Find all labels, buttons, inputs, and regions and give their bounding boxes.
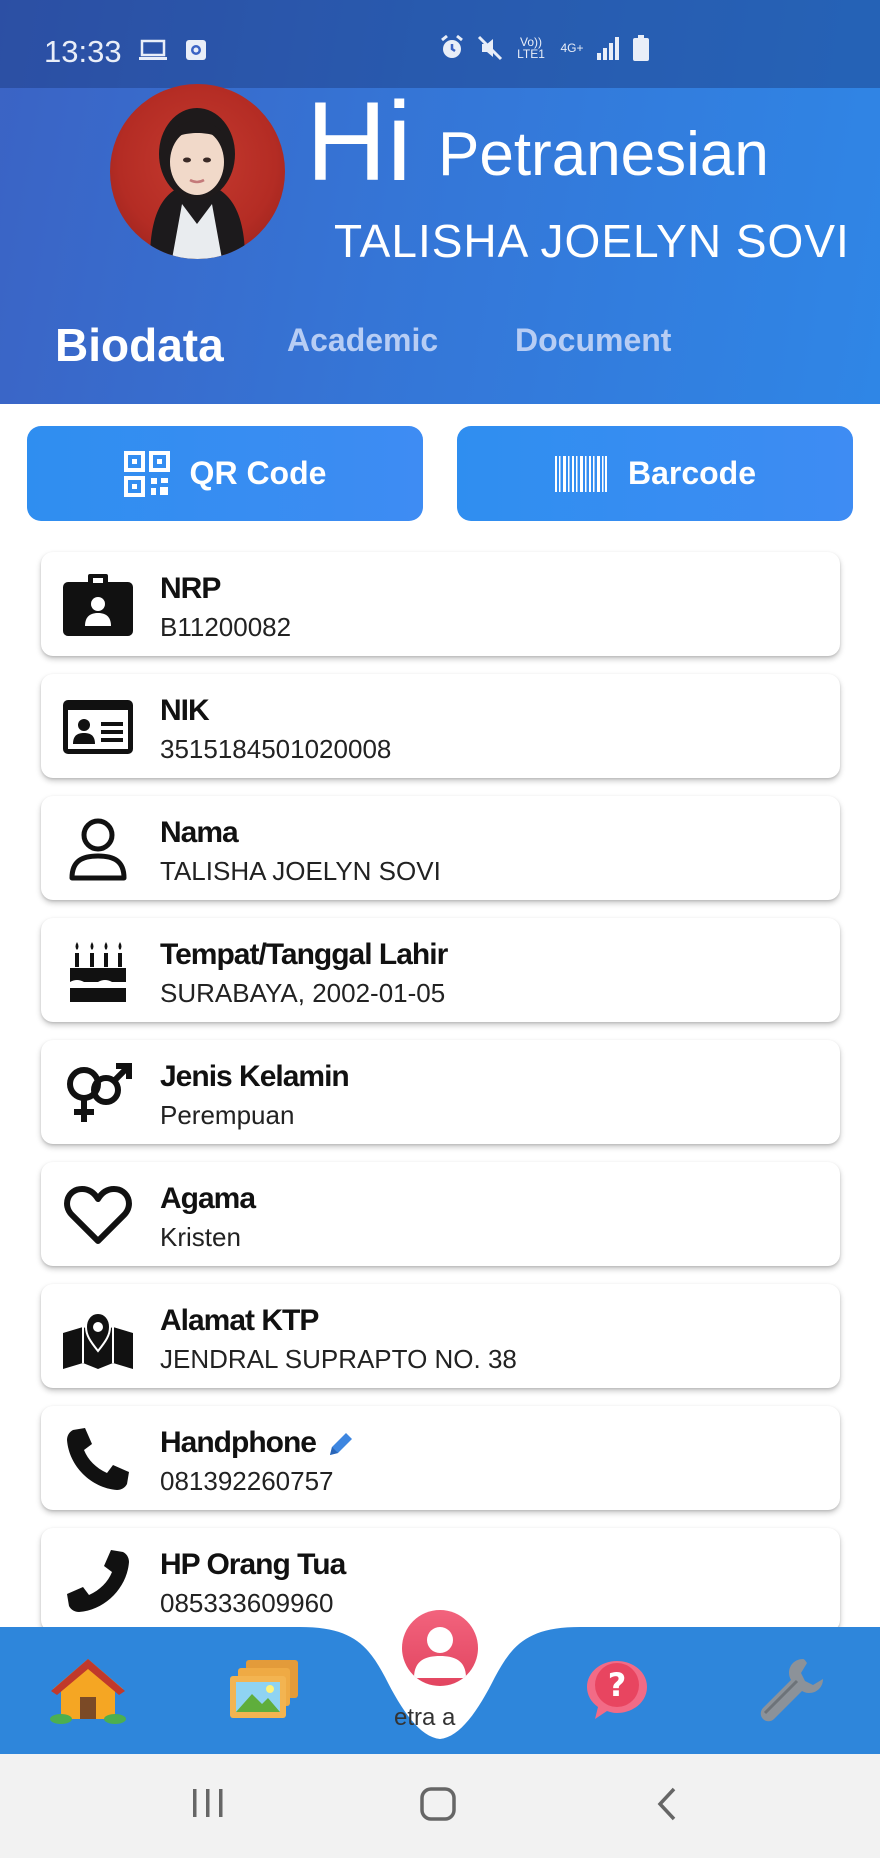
status-time: 13:33 bbox=[44, 34, 122, 69]
user-icon bbox=[69, 818, 127, 881]
nav-home[interactable] bbox=[48, 1650, 128, 1730]
field-value-parent-phone: 085333609960 bbox=[160, 1588, 334, 1618]
biodata-card-birth: Tempat/Tanggal Lahir SURABAYA, 2002-01-0… bbox=[41, 918, 840, 1022]
home-system-icon[interactable] bbox=[419, 1786, 457, 1822]
student-photo-avatar bbox=[110, 84, 285, 259]
nav-settings[interactable] bbox=[752, 1650, 832, 1730]
qr-code-button[interactable]: QR Code bbox=[27, 426, 423, 521]
phone-icon bbox=[67, 1428, 129, 1490]
barcode-label: Barcode bbox=[627, 455, 757, 491]
profile-icon bbox=[414, 1627, 466, 1678]
field-value-nama: TALISHA JOELYN SOVI bbox=[160, 856, 441, 886]
portrait-image bbox=[150, 108, 245, 259]
biodata-card-handphone: Handphone 081392260757 bbox=[41, 1406, 840, 1510]
birthday-cake-icon bbox=[70, 942, 126, 1002]
barcode-button[interactable]: Barcode bbox=[457, 426, 853, 521]
tab-biodata[interactable]: Biodata bbox=[55, 318, 224, 372]
status-bar: 13:33 Vo)) LTE1 4G+ bbox=[0, 0, 880, 88]
field-value-handphone: 081392260757 bbox=[160, 1466, 334, 1496]
qr-code-icon bbox=[123, 450, 170, 497]
nav-profile-label: etra a bbox=[394, 1704, 456, 1731]
id-card-icon bbox=[63, 700, 133, 754]
biodata-card-address: Alamat KTP JENDRAL SUPRAPTO NO. 38 bbox=[41, 1284, 840, 1388]
tab-document[interactable]: Document bbox=[515, 322, 671, 359]
field-label-nrp: NRP bbox=[160, 572, 221, 605]
field-label-nik: NIK bbox=[160, 694, 210, 727]
field-value-nik: 3515184501020008 bbox=[160, 734, 392, 764]
heart-icon bbox=[64, 1186, 132, 1244]
field-value-birth: SURABAYA, 2002-01-05 bbox=[160, 978, 446, 1008]
back-system-icon[interactable] bbox=[654, 1786, 680, 1822]
alarm-icon bbox=[441, 34, 463, 58]
id-badge-icon bbox=[63, 574, 133, 636]
mute-icon bbox=[477, 35, 503, 61]
svg-text:?: ? bbox=[608, 1666, 627, 1704]
biodata-card-nik: NIK 3515184501020008 bbox=[41, 674, 840, 778]
screen-record-icon bbox=[186, 40, 206, 60]
greeting-text: Hi bbox=[306, 79, 412, 204]
help-icon: ? bbox=[587, 1661, 647, 1719]
greeting-name: Petranesian bbox=[438, 120, 769, 189]
biodata-card-nama: Nama TALISHA JOELYN SOVI bbox=[41, 796, 840, 900]
field-label-religion: Agama bbox=[160, 1182, 256, 1215]
field-label-gender: Jenis Kelamin bbox=[160, 1060, 350, 1093]
battery-icon bbox=[633, 35, 649, 61]
settings-wrench-icon bbox=[760, 1659, 823, 1722]
recent-apps-icon[interactable] bbox=[190, 1786, 226, 1820]
phone-alt-icon bbox=[67, 1550, 129, 1612]
laptop-icon bbox=[139, 39, 167, 60]
map-marker-icon bbox=[63, 1311, 133, 1369]
field-label-handphone: Handphone bbox=[160, 1426, 356, 1460]
biodata-card-religion: Agama Kristen bbox=[41, 1162, 840, 1266]
student-full-name: TALISHA JOELYN SOVI bbox=[334, 215, 850, 267]
handphone-label-text: Handphone bbox=[160, 1426, 317, 1459]
field-value-address: JENDRAL SUPRAPTO NO. 38 bbox=[160, 1344, 517, 1374]
edit-pencil-icon[interactable] bbox=[326, 1429, 356, 1459]
volte-indicator: Vo)) LTE1 bbox=[517, 35, 545, 61]
field-label-parent-phone: HP Orang Tua bbox=[160, 1548, 346, 1581]
qr-code-label: QR Code bbox=[189, 455, 327, 491]
field-label-birth: Tempat/Tanggal Lahir bbox=[160, 938, 448, 971]
nav-help[interactable]: ? bbox=[577, 1650, 657, 1730]
field-value-gender: Perempuan bbox=[160, 1100, 295, 1130]
barcode-icon bbox=[554, 455, 607, 492]
signal-icon bbox=[597, 37, 619, 60]
field-label-nama: Nama bbox=[160, 816, 239, 849]
field-value-religion: Kristen bbox=[160, 1222, 241, 1252]
biodata-card-nrp: NRP B11200082 bbox=[41, 552, 840, 656]
field-label-address: Alamat KTP bbox=[160, 1304, 319, 1337]
network-type-indicator: 4G+ bbox=[560, 41, 584, 55]
biodata-card-gender: Jenis Kelamin Perempuan bbox=[41, 1040, 840, 1144]
home-icon bbox=[50, 1659, 126, 1724]
nav-gallery[interactable] bbox=[224, 1650, 304, 1730]
nav-profile[interactable] bbox=[402, 1610, 478, 1686]
field-value-nrp: B11200082 bbox=[160, 612, 292, 642]
tab-academic[interactable]: Academic bbox=[287, 322, 438, 359]
gender-icon bbox=[67, 1063, 132, 1122]
gallery-icon bbox=[230, 1660, 298, 1718]
